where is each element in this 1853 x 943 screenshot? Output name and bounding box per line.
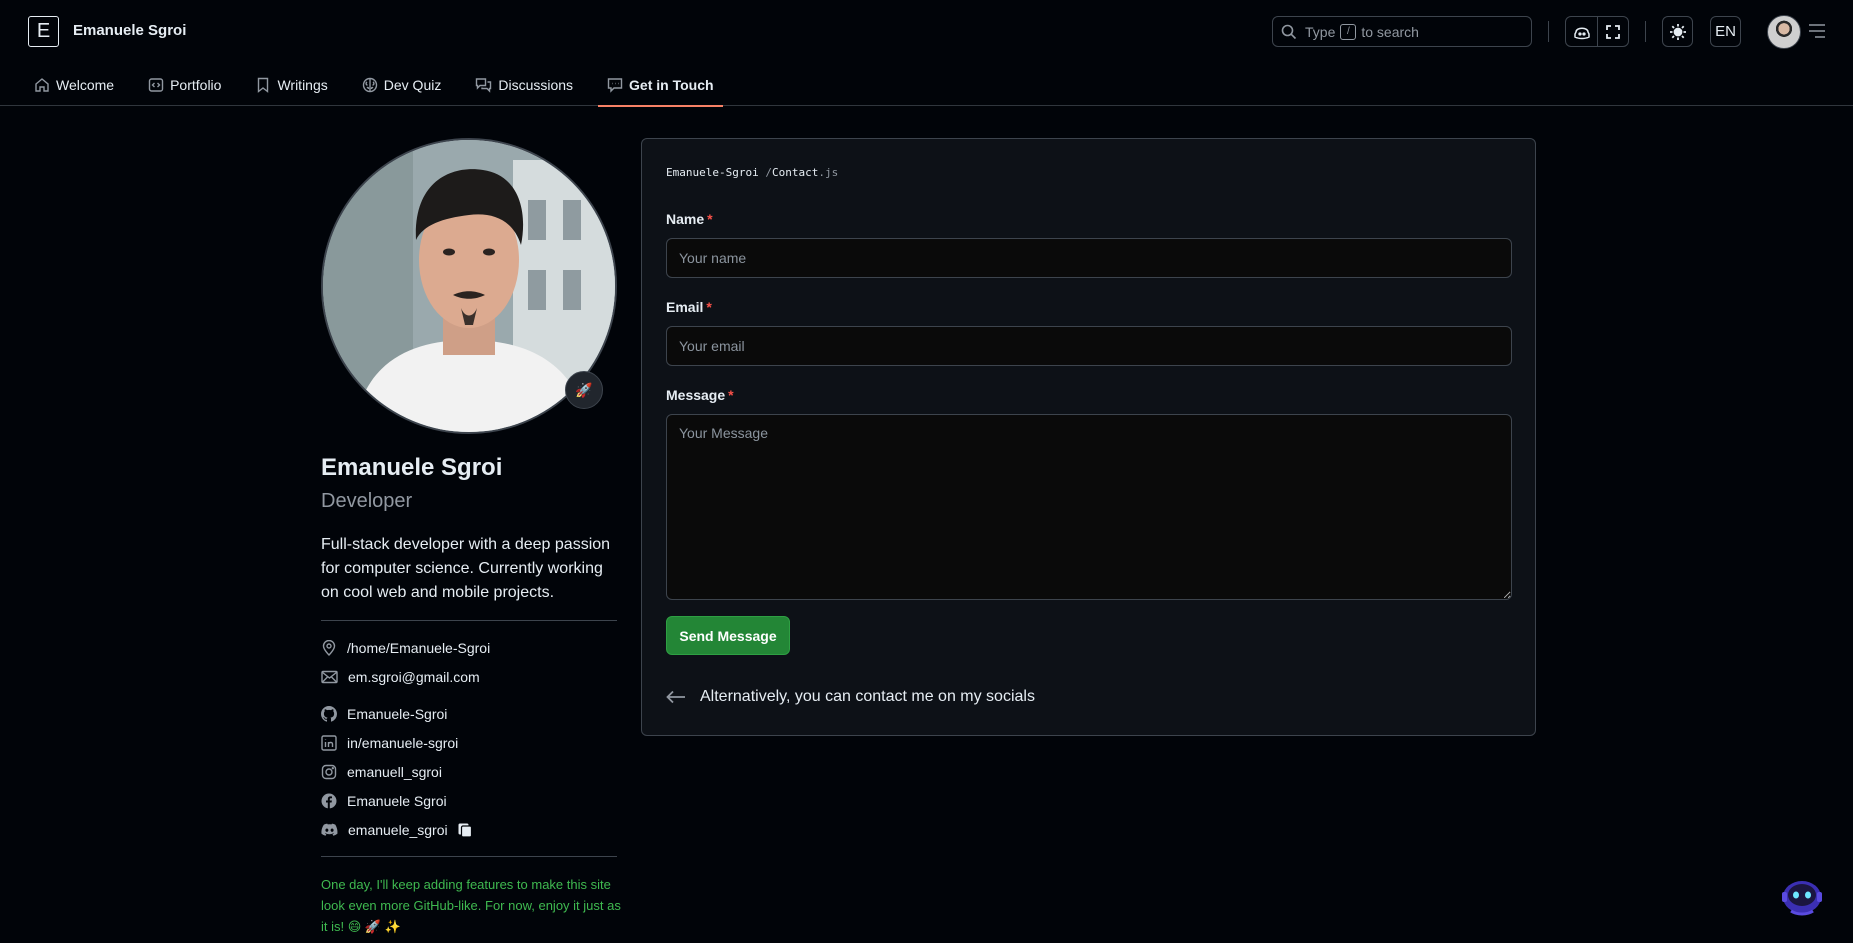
linkedin-link[interactable]: in/emanuele-sgroi: [347, 735, 458, 751]
required-mark: *: [706, 299, 712, 315]
fullscreen-icon: [1606, 24, 1620, 39]
location-icon: [322, 640, 336, 656]
main-nav: Welcome Portfolio Writings Dev Quiz Disc…: [0, 63, 723, 107]
arrow-left-icon[interactable]: [666, 690, 686, 704]
bookmark-icon: [258, 77, 269, 93]
message-field[interactable]: [666, 414, 1512, 600]
copilot-icon: [1573, 27, 1590, 39]
user-avatar[interactable]: [1767, 15, 1801, 49]
comment-icon: [607, 77, 623, 93]
tab-label: Welcome: [56, 76, 115, 93]
header-tool-group: [1565, 16, 1629, 47]
discord-icon: [321, 823, 338, 836]
required-mark: *: [707, 211, 713, 227]
tab-label: Discussions: [498, 76, 574, 93]
message-label-text: Message: [666, 387, 726, 403]
language-label: EN: [1715, 23, 1736, 40]
status-button[interactable]: 🚀: [565, 371, 603, 409]
email-item[interactable]: em.sgroi@gmail.com: [321, 667, 480, 687]
name-label-text: Name: [666, 211, 705, 227]
site-logo[interactable]: E: [28, 16, 59, 47]
name-field[interactable]: [666, 238, 1512, 278]
socials-alternative-text: Alternatively, you can contact me on my …: [700, 688, 1035, 705]
search-icon: [1281, 24, 1297, 39]
profile-name: Emanuele Sgroi: [321, 454, 503, 481]
search-suffix: to search: [1361, 23, 1419, 40]
email-field[interactable]: [666, 326, 1512, 366]
breadcrumb-ext: .js: [818, 166, 839, 179]
name-label: Name *: [666, 211, 713, 227]
footnote-text: One day, I'll keep adding features to ma…: [321, 877, 621, 934]
linkedin-icon: [321, 735, 337, 751]
copy-icon[interactable]: [457, 822, 473, 838]
instagram-item[interactable]: emanuell_sgroi: [321, 762, 442, 782]
tab-label: Portfolio: [170, 76, 222, 93]
tab-discussions[interactable]: Discussions: [466, 63, 582, 106]
header-divider: [1548, 21, 1549, 42]
location-item: /home/Emanuele-Sgroi: [321, 638, 490, 658]
profile-role: Developer: [321, 490, 413, 512]
discord-handle: emanuele_sgroi: [348, 822, 448, 838]
tab-welcome[interactable]: Welcome: [25, 63, 123, 106]
github-link[interactable]: Emanuele-Sgroi: [347, 706, 447, 722]
home-icon: [35, 77, 49, 92]
email-label-text: Email: [666, 299, 704, 315]
fullscreen-button[interactable]: [1597, 17, 1628, 46]
email-link[interactable]: em.sgroi@gmail.com: [348, 669, 480, 685]
mail-icon: [321, 670, 338, 684]
tab-dev-quiz[interactable]: Dev Quiz: [353, 63, 451, 106]
email-label: Email *: [666, 299, 712, 315]
comment-discussion-icon: [476, 77, 492, 93]
top-header: E Emanuele Sgroi Type / to search EN Wel…: [0, 0, 1853, 107]
breadcrumb-file: Contact: [771, 166, 819, 179]
code-icon: [148, 77, 164, 92]
facebook-item[interactable]: Emanuele Sgroi: [321, 791, 447, 811]
tab-label: Writings: [277, 76, 328, 93]
tab-writings[interactable]: Writings: [246, 63, 336, 106]
site-title[interactable]: Emanuele Sgroi: [73, 22, 186, 39]
search-prefix: Type: [1305, 23, 1336, 40]
breadcrumb-owner[interactable]: Emanuele-Sgroi: [666, 166, 759, 179]
instagram-link[interactable]: emanuell_sgroi: [347, 764, 442, 780]
sun-icon: [1669, 23, 1686, 40]
contact-card: Emanuele-Sgroi /Contact.js Name* Email* …: [641, 138, 1536, 736]
send-message-button[interactable]: Send Message: [666, 616, 790, 655]
tab-label: Dev Quiz: [383, 76, 442, 93]
language-button[interactable]: EN: [1710, 16, 1741, 47]
search-input[interactable]: Type / to search: [1272, 16, 1532, 47]
search-shortcut-key: /: [1340, 23, 1357, 40]
breadcrumb-separator: /: [765, 166, 772, 179]
header-divider: [1645, 21, 1646, 42]
discord-item[interactable]: emanuele_sgroi: [321, 820, 483, 840]
profile-bio: Full-stack developer with a deep passion…: [321, 536, 611, 601]
divider: [321, 620, 617, 621]
status-emoji: 🚀: [575, 381, 593, 398]
breadcrumb: Emanuele-Sgroi /Contact.js: [666, 166, 838, 179]
hamburger-menu-icon[interactable]: [1808, 23, 1826, 39]
tab-label: Get in Touch: [629, 76, 714, 93]
location-text: /home/Emanuele-Sgroi: [347, 640, 491, 656]
facebook-icon: [321, 793, 337, 809]
tab-get-in-touch[interactable]: Get in Touch: [598, 63, 723, 107]
github-icon: [321, 706, 337, 722]
theme-toggle-button[interactable]: [1662, 16, 1693, 47]
instagram-icon: [321, 764, 337, 780]
facebook-link[interactable]: Emanuele Sgroi: [347, 793, 447, 809]
linkedin-item[interactable]: in/emanuele-sgroi: [321, 733, 458, 753]
github-item[interactable]: Emanuele-Sgroi: [321, 704, 447, 724]
divider: [321, 856, 617, 857]
copilot-button[interactable]: [1566, 17, 1597, 46]
logo-letter: E: [36, 20, 51, 42]
socials-alternative: Alternatively, you can contact me on my …: [666, 688, 1035, 706]
message-label: Message *: [666, 387, 734, 403]
tab-portfolio[interactable]: Portfolio: [139, 63, 230, 106]
required-mark: *: [728, 387, 734, 403]
chatbot-robot-icon[interactable]: [1779, 876, 1825, 916]
brain-icon: [362, 77, 377, 92]
